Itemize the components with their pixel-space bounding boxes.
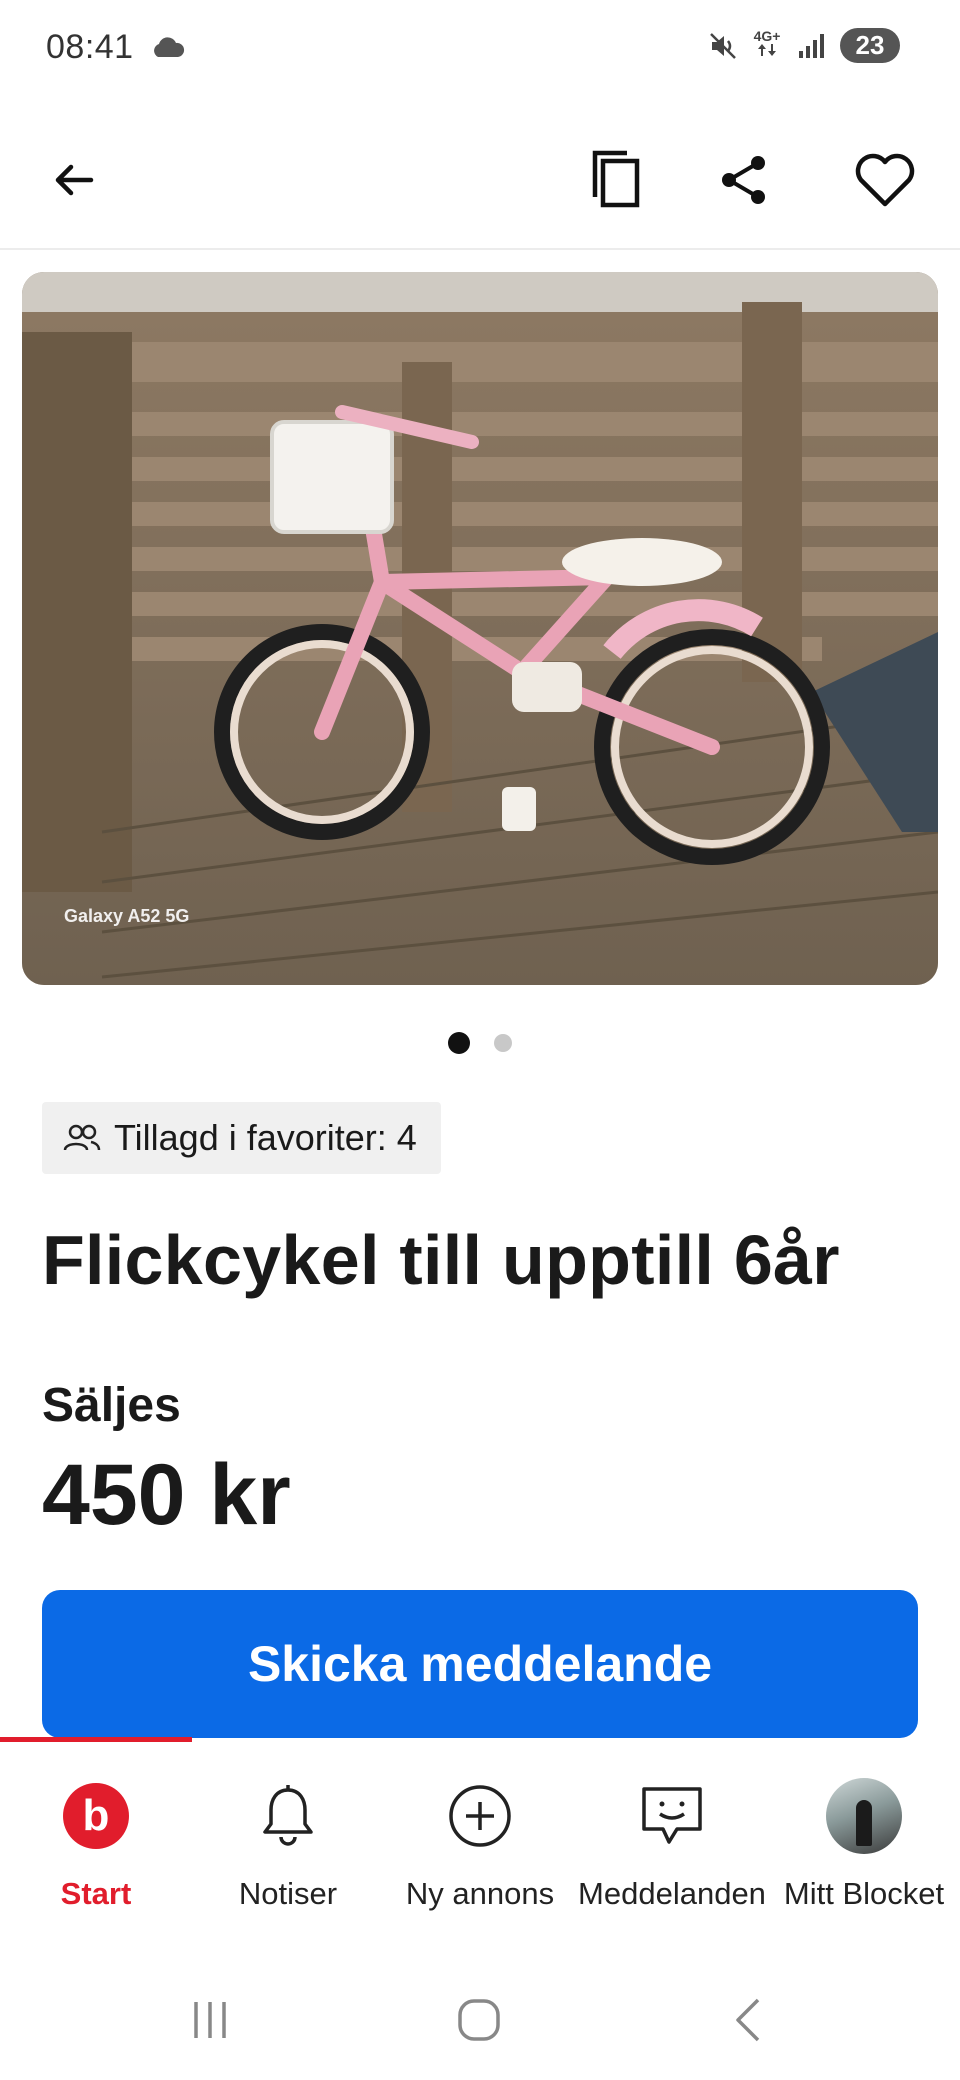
copy-link-button[interactable] bbox=[567, 130, 667, 230]
send-message-button[interactable]: Skicka meddelande bbox=[42, 1590, 918, 1738]
system-navigation-bar bbox=[0, 1960, 960, 2070]
favorite-button[interactable] bbox=[835, 130, 935, 230]
signal-bars-icon bbox=[799, 33, 824, 58]
share-button[interactable] bbox=[694, 130, 794, 230]
avatar bbox=[826, 1778, 902, 1854]
status-bar: 08:41 4G+ 23 bbox=[0, 0, 960, 100]
vibrate-mute-icon bbox=[710, 32, 736, 59]
bicycle-photo bbox=[22, 272, 938, 985]
home-button[interactable] bbox=[449, 1990, 509, 2050]
status-time: 08:41 bbox=[46, 28, 134, 66]
favorites-count-label: Tillagd i favoriter: 4 bbox=[114, 1117, 417, 1158]
page-dot-active[interactable] bbox=[448, 1032, 470, 1054]
bottom-navigation: b Start Notiser Ny annons Meddelanden Mi… bbox=[0, 1742, 960, 1942]
back-button[interactable] bbox=[25, 130, 125, 230]
image-pagination bbox=[0, 1032, 960, 1054]
data-arrows-icon bbox=[758, 44, 776, 56]
nav-item-notiser[interactable]: Notiser bbox=[192, 1778, 384, 1912]
cloud-icon bbox=[154, 37, 185, 57]
blocket-logo-icon: b bbox=[63, 1783, 129, 1849]
sale-type-label: Säljes bbox=[42, 1379, 181, 1432]
users-icon bbox=[63, 1124, 101, 1151]
nav-item-ny-annons[interactable]: Ny annons bbox=[384, 1778, 576, 1912]
nav-item-start[interactable]: b Start bbox=[0, 1778, 192, 1912]
chevron-left-icon bbox=[736, 1998, 760, 2042]
network-type: 4G+ bbox=[752, 29, 782, 62]
system-back-button[interactable] bbox=[718, 1990, 778, 2050]
home-icon bbox=[458, 1999, 500, 2041]
camera-watermark: Galaxy A52 5G bbox=[64, 906, 190, 926]
nav-item-meddelanden[interactable]: Meddelanden bbox=[576, 1778, 768, 1912]
battery-indicator: 23 bbox=[840, 28, 900, 63]
recent-apps-button[interactable] bbox=[180, 1990, 240, 2050]
nav-label-ny-annons: Ny annons bbox=[405, 1876, 555, 1911]
arrow-left-icon bbox=[55, 164, 94, 196]
nav-label-mitt-blocket: Mitt Blocket bbox=[783, 1876, 945, 1911]
chat-smile-icon bbox=[642, 1787, 702, 1844]
recents-icon bbox=[194, 2002, 226, 2038]
copy-icon bbox=[592, 150, 640, 208]
top-toolbar bbox=[0, 110, 960, 250]
listing-image[interactable]: Galaxy A52 5G bbox=[22, 272, 938, 985]
share-icon bbox=[722, 156, 765, 204]
bell-icon bbox=[263, 1785, 313, 1846]
plus-circle-icon bbox=[449, 1785, 511, 1847]
nav-label-notiser: Notiser bbox=[238, 1876, 338, 1911]
page-dot[interactable] bbox=[494, 1034, 512, 1052]
nav-item-mitt-blocket[interactable]: Mitt Blocket bbox=[768, 1778, 960, 1912]
heart-outline-icon bbox=[855, 153, 915, 207]
favorites-count-badge: Tillagd i favoriter: 4 bbox=[42, 1102, 441, 1174]
nav-label-start: Start bbox=[60, 1876, 132, 1911]
status-indicators: 4G+ 23 bbox=[708, 28, 900, 63]
listing-title: Flickcykel till upptill 6år bbox=[42, 1221, 840, 1299]
listing-price: 450 kr bbox=[42, 1447, 291, 1543]
nav-label-meddelanden: Meddelanden bbox=[578, 1876, 766, 1911]
